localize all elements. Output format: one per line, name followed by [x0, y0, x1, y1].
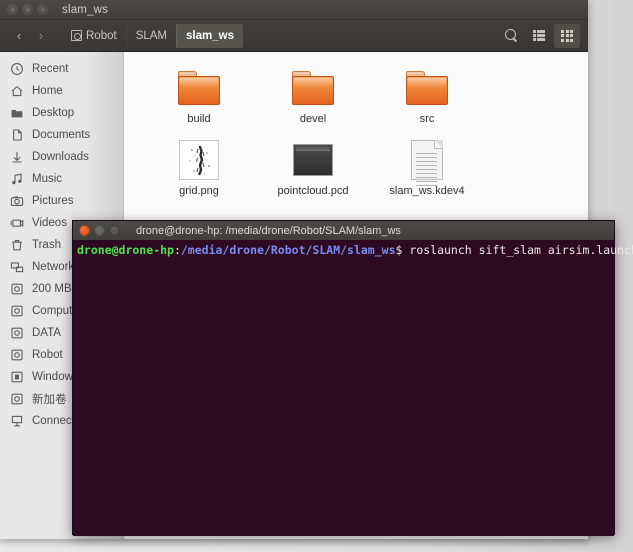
document-icon [10, 128, 24, 142]
file-label: pointcloud.pcd [277, 185, 349, 197]
maximize-button[interactable] [37, 4, 48, 15]
sidebar-item-desktop[interactable]: Desktop [0, 102, 123, 124]
file-item-pointcloud-pcd[interactable]: pointcloud.pcd [256, 134, 370, 206]
breadcrumb-item-robot[interactable]: Robot [62, 24, 126, 48]
sidebar-item-label: DATA [32, 327, 61, 339]
back-button[interactable]: ‹ [8, 25, 30, 47]
music-note-icon [10, 172, 24, 186]
terminal-title: drone@drone-hp: /media/drone/Robot/SLAM/… [136, 224, 401, 237]
sidebar-item-label: Robot [32, 349, 63, 361]
terminal-maximize-button[interactable] [109, 225, 120, 236]
file-item-src[interactable]: src [370, 62, 484, 134]
terminal-prompt-user: drone@drone-hp [77, 243, 174, 257]
terminal-prompt-path: /media/drone/Robot/SLAM/slam_ws [180, 243, 396, 257]
sidebar-item-label: Pictures [32, 195, 74, 207]
sidebar-item-label: Desktop [32, 107, 75, 119]
clock-icon [10, 62, 24, 76]
drive-icon [10, 304, 24, 318]
terminal-output[interactable]: drone@drone-hp:/media/drone/Robot/SLAM/s… [73, 240, 633, 536]
close-button[interactable] [7, 4, 18, 15]
file-item-build[interactable]: build [142, 62, 256, 134]
sidebar-item-label: Videos [32, 217, 67, 229]
folder-icon [403, 66, 451, 110]
list-view-icon [532, 30, 546, 41]
windows-drive-icon [10, 370, 24, 384]
drive-icon [71, 30, 82, 41]
file-label: grid.png [179, 185, 219, 197]
breadcrumb-item-slam[interactable]: SLAM [125, 23, 176, 48]
terminal-titlebar: drone@drone-hp: /media/drone/Robot/SLAM/… [73, 221, 614, 240]
drive-icon [10, 348, 24, 362]
file-label: src [419, 113, 435, 125]
image-thumbnail-icon [175, 138, 223, 182]
forward-button[interactable]: › [30, 25, 52, 47]
breadcrumb: Robot SLAM slam_ws [62, 23, 243, 48]
drive-icon [10, 282, 24, 296]
list-view-button[interactable] [526, 24, 552, 48]
home-icon [10, 84, 24, 98]
drive-icon [10, 326, 24, 340]
file-label: devel [299, 113, 327, 125]
sidebar-item-downloads[interactable]: Downloads [0, 146, 123, 168]
sidebar-item-music[interactable]: Music [0, 168, 123, 190]
breadcrumb-label: slam_ws [186, 29, 234, 42]
sidebar-item-label: Trash [32, 239, 61, 251]
desktop-folder-icon [10, 106, 24, 120]
sidebar-item-label: Network [32, 261, 75, 273]
terminal-command-text: roslaunch sift_slam airsim.launch [409, 243, 633, 257]
file-item-grid-png[interactable]: grid.png [142, 134, 256, 206]
breadcrumb-label: SLAM [135, 29, 168, 42]
breadcrumb-item-slam-ws[interactable]: slam_ws [176, 23, 243, 48]
dark-preview-icon [289, 138, 337, 182]
file-item-slam-ws-kdev4[interactable]: slam_ws.kdev4 [370, 134, 484, 206]
connect-server-icon [10, 414, 24, 428]
grid-view-button[interactable] [554, 23, 580, 48]
video-icon [10, 216, 24, 230]
folder-icon [175, 66, 223, 110]
sidebar-item-label: Music [32, 173, 63, 185]
terminal-close-button[interactable] [79, 225, 90, 236]
terminal-window[interactable]: drone@drone-hp: /media/drone/Robot/SLAM/… [72, 220, 633, 536]
folder-icon [289, 66, 337, 110]
sidebar-item-pictures[interactable]: Pictures [0, 190, 123, 212]
file-manager-toolbar: ‹ › Robot SLAM slam_ws [0, 20, 588, 52]
sidebar-item-documents[interactable]: Documents [0, 124, 123, 146]
minimize-button[interactable] [22, 4, 33, 15]
download-arrow-icon [10, 150, 24, 164]
grid-view-icon [561, 29, 573, 42]
sidebar-item-label: Downloads [32, 151, 89, 163]
drive-icon [10, 392, 24, 406]
sidebar-item-label: Home [32, 85, 63, 97]
window-title: slam_ws [62, 3, 109, 16]
sidebar-item-home[interactable]: Home [0, 80, 123, 102]
terminal-prompt-punct: : [173, 243, 181, 257]
search-icon [504, 29, 518, 42]
toolbar-icon-group [498, 23, 580, 48]
sidebar-item-label: 新加卷 [32, 394, 67, 406]
breadcrumb-label: Robot [86, 29, 117, 42]
file-manager-titlebar: slam_ws [0, 0, 588, 20]
document-file-icon [403, 138, 451, 186]
trash-icon [10, 238, 24, 252]
terminal-minimize-button[interactable] [94, 225, 105, 236]
search-button[interactable] [498, 24, 524, 48]
network-icon [10, 260, 24, 274]
sidebar-item-label: Documents [32, 129, 91, 141]
camera-icon [10, 194, 24, 208]
file-label: build [187, 113, 211, 125]
sidebar-item-recent[interactable]: Recent [0, 58, 123, 80]
sidebar-item-label: Recent [32, 63, 69, 75]
icon-grid: build devel src grid.png pointcloud.pcd … [124, 62, 588, 206]
file-item-devel[interactable]: devel [256, 62, 370, 134]
